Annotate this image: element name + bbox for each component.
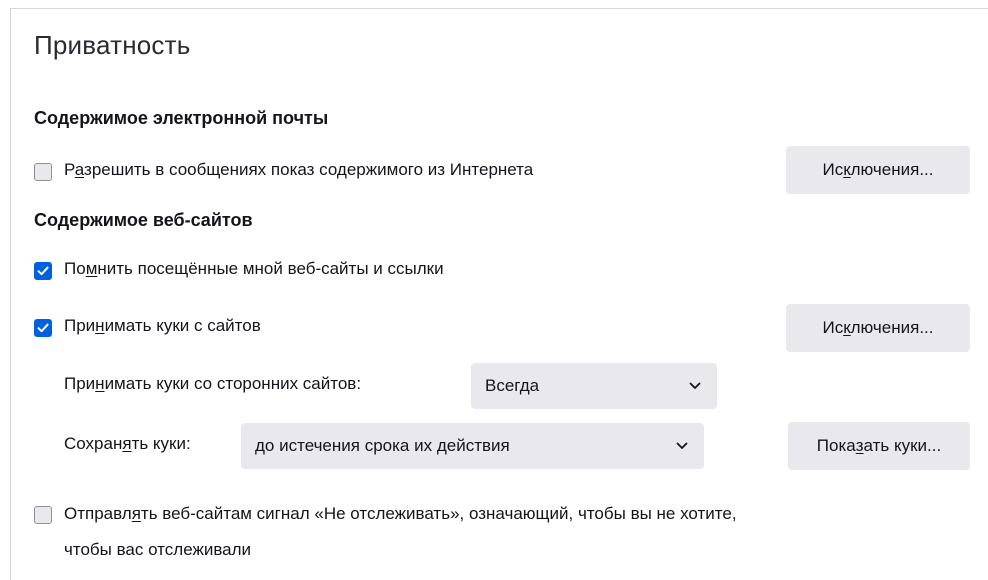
- email-content-heading: Содержимое электронной почты: [34, 108, 329, 128]
- web-content-heading: Содержимое веб-сайтов: [34, 210, 253, 230]
- third-party-cookies-value: Всегда: [485, 376, 540, 395]
- keep-cookies-label: Сохранять куки:: [64, 434, 191, 453]
- third-party-cookies-label: Принимать куки со сторонних сайтов:: [64, 374, 362, 393]
- do-not-track-label-line1[interactable]: Отправлять веб-сайтам сигнал «Не отслежи…: [64, 504, 737, 524]
- allow-remote-content-checkbox[interactable]: [34, 163, 52, 181]
- privacy-panel: [10, 8, 988, 580]
- do-not-track-checkbox[interactable]: [34, 506, 52, 524]
- check-icon: [37, 323, 49, 333]
- show-cookies-button[interactable]: Пока з ать куки...: [788, 422, 970, 470]
- accept-cookies-label[interactable]: Принимать куки с сайтов: [64, 316, 261, 336]
- allow-remote-content-label[interactable]: Разрешить в сообщениях показ содержимого…: [64, 160, 533, 180]
- chevron-down-icon: [676, 442, 688, 449]
- third-party-cookies-select[interactable]: Всегда: [471, 363, 717, 409]
- keep-cookies-select[interactable]: до истечения срока их действия: [241, 423, 704, 469]
- keep-cookies-value: до истечения срока их действия: [255, 436, 510, 455]
- remember-history-checkbox[interactable]: [34, 262, 52, 280]
- do-not-track-label-line2[interactable]: чтобы вас отслеживали: [64, 540, 251, 560]
- chevron-down-icon: [689, 382, 701, 389]
- email-exceptions-button[interactable]: Ис к лючения...: [786, 146, 970, 194]
- page-title: Приватность: [34, 30, 191, 60]
- accept-cookies-checkbox[interactable]: [34, 319, 52, 337]
- cookie-exceptions-button[interactable]: Ис к лючения...: [786, 304, 970, 352]
- check-icon: [37, 266, 49, 276]
- remember-history-label[interactable]: Помнить посещённые мной веб-сайты и ссыл…: [64, 259, 444, 279]
